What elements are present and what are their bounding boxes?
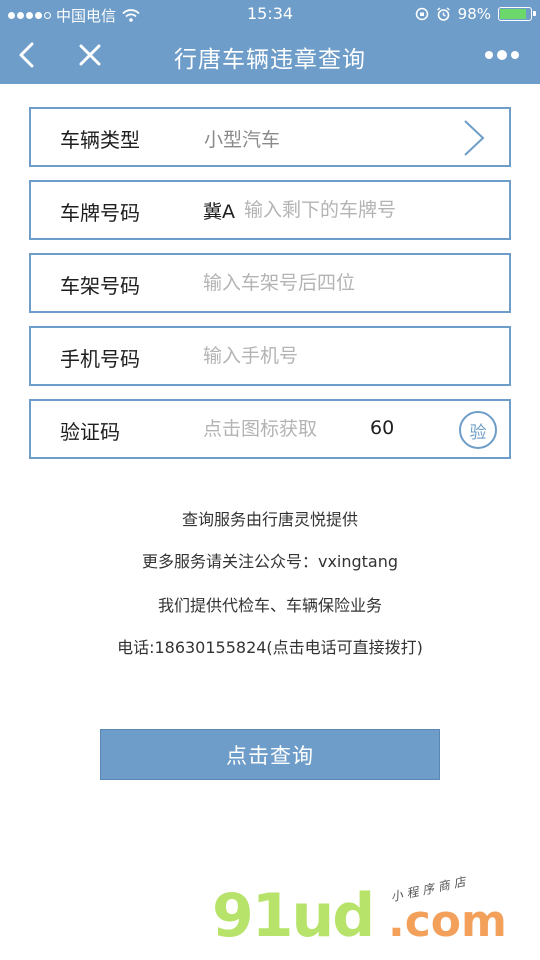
orientation-lock-icon [415, 7, 428, 21]
watermark-main: 91ud [212, 881, 375, 951]
info-follow: 更多服务请关注公众号：vxingtang [141, 552, 399, 571]
status-right: 98% [415, 5, 536, 23]
phone-row: 手机号码 [29, 326, 511, 386]
nav-bar: 行唐车辆违章查询 [0, 28, 540, 84]
frame-label: 车架号码 [60, 274, 140, 298]
info-provider: 查询服务由行唐灵悦提供 [181, 510, 358, 529]
more-dots-icon [485, 50, 519, 60]
countdown-timer: 60 [370, 417, 395, 439]
phone-label: 手机号码 [60, 347, 140, 371]
back-arrow-icon [19, 42, 34, 68]
watermark-domain: .com [388, 896, 507, 947]
plate-input[interactable] [244, 192, 474, 228]
info-phone-link[interactable]: 电话:18630155824(点击电话可直接拨打) [0, 634, 540, 658]
back-button[interactable] [12, 38, 44, 72]
chevron-right-icon [464, 120, 485, 156]
vehicle-type-row[interactable]: 车辆类型 小型汽车 [29, 107, 511, 167]
get-code-button[interactable]: 验 [459, 411, 497, 449]
info-services: 我们提供代检车、车辆保险业务 [157, 596, 382, 615]
code-input[interactable] [203, 411, 363, 447]
status-bar: 中国电信 15:34 98% [0, 0, 540, 28]
frame-input[interactable] [203, 265, 453, 301]
more-button[interactable] [478, 38, 526, 72]
phone-input[interactable] [203, 338, 453, 374]
close-icon [79, 44, 101, 66]
header: 中国电信 15:34 98% 行唐车辆违章查询 [0, 0, 540, 84]
plate-row: 车牌号码 冀A [29, 180, 511, 240]
frame-row: 车架号码 [29, 253, 511, 313]
vehicle-type-label: 车辆类型 [60, 128, 140, 152]
plate-prefix[interactable]: 冀A [203, 197, 235, 224]
code-row: 验证码 60 验 [29, 399, 511, 459]
query-button[interactable]: 点击查询 [100, 729, 440, 780]
battery-percent: 98% [457, 5, 491, 23]
plate-label: 车牌号码 [60, 201, 140, 225]
watermark: 91ud .com 小程序商店 [212, 874, 512, 958]
vehicle-type-value: 小型汽车 [204, 129, 281, 151]
code-label: 验证码 [60, 420, 120, 444]
alarm-icon [436, 6, 450, 21]
close-button[interactable] [74, 38, 106, 72]
battery-icon [498, 7, 536, 21]
